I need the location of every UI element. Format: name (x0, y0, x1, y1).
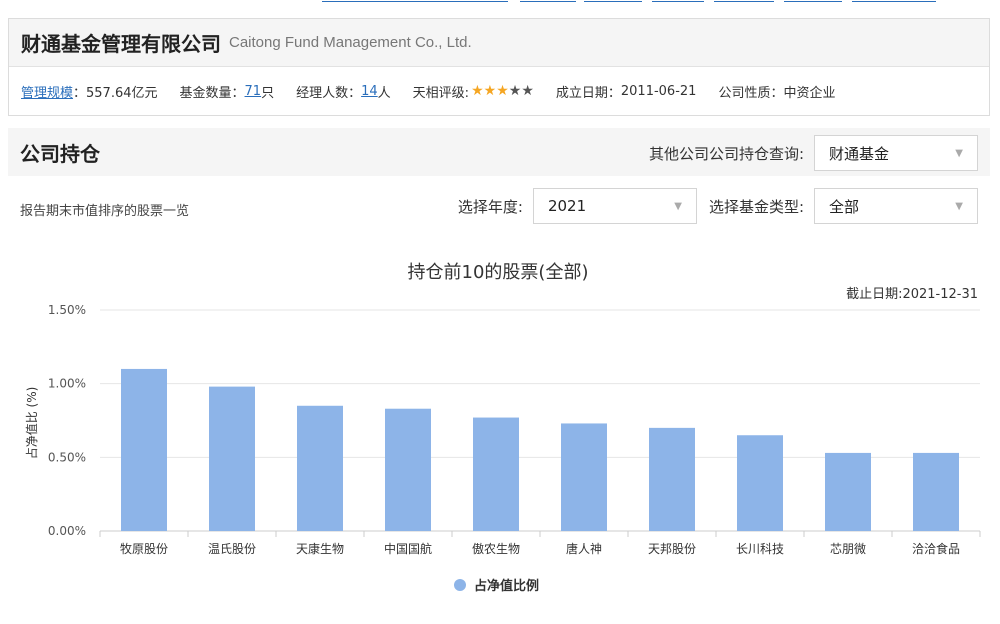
top-link[interactable] (652, 0, 704, 2)
x-tick-label: 中国国航 (384, 541, 432, 556)
top-link[interactable] (714, 0, 774, 2)
fund-count-link[interactable]: 71 (245, 84, 262, 99)
y-tick-label: 0.00% (48, 524, 86, 538)
chevron-down-icon: ▼ (674, 200, 682, 212)
x-tick-label: 唐人神 (566, 541, 602, 556)
top-link[interactable] (584, 0, 642, 2)
other-company-value: 财通基金 (829, 144, 890, 163)
x-tick-label: 傲农生物 (472, 541, 520, 556)
bar[interactable] (473, 417, 519, 531)
star-filled-icon: ★ (496, 83, 509, 99)
x-tick-label: 芯朋微 (830, 542, 866, 556)
x-tick-label: 天康生物 (296, 541, 344, 556)
manager-count-unit: 人 (377, 85, 391, 101)
top-link-strip (0, 0, 1000, 8)
bar[interactable] (121, 368, 167, 531)
bar[interactable] (825, 452, 871, 531)
bar[interactable] (385, 408, 431, 531)
star-empty-icon: ★ (521, 83, 534, 99)
y-axis-label: 占净值比 (%) (24, 387, 39, 460)
company-name-en: Caitong Fund Management Co., Ltd. (229, 34, 472, 51)
star-filled-icon: ★ (471, 83, 484, 99)
y-tick-label: 1.00% (48, 377, 86, 391)
rating-stars: ★ ★ ★ ★ ★ (471, 84, 534, 98)
scale-link[interactable]: 管理规模 (21, 82, 73, 101)
info-scale: 管理规模 ：557.64亿元 (21, 82, 158, 101)
top-link[interactable] (852, 0, 936, 2)
y-tick-label: 0.50% (48, 450, 86, 464)
chart-title: 持仓前10的股票(全部) (408, 262, 589, 283)
year-label: 选择年度: (457, 197, 523, 216)
nature-value: 中资企业 (783, 85, 836, 101)
other-company-query: 其他公司公司持仓查询: 财通基金 ▼ (649, 135, 978, 171)
company-info-row: 管理规模 ：557.64亿元 基金数量： 71 只 经理人数： 14 人 天相评… (9, 67, 989, 115)
company-name: 财通基金管理有限公司 (21, 32, 221, 56)
filter-controls: 选择年度: 2021 ▼ 选择基金类型: 全部 ▼ (458, 188, 978, 224)
founded-value: 2011-06-21 (620, 83, 697, 99)
top-link[interactable] (784, 0, 842, 2)
bar[interactable] (561, 423, 607, 531)
star-filled-icon: ★ (483, 83, 497, 99)
info-fund-count: 基金数量： 71 只 (180, 82, 275, 101)
star-empty-icon: ★ (508, 83, 522, 99)
x-tick-label: 牧原股份 (120, 542, 168, 556)
bar[interactable] (649, 427, 695, 531)
fund-count-label: 基金数量： (179, 85, 245, 101)
filter-row: 报告期末市值排序的股票一览 选择年度: 2021 ▼ 选择基金类型: 全部 ▼ (8, 186, 990, 226)
holdings-bar-chart: 持仓前10的股票(全部) 截止日期:2021-12-31 占净值比 (%) 0.… (24, 262, 981, 594)
fund-count-unit: 只 (261, 85, 275, 101)
legend-label[interactable]: 占净值比例 (474, 578, 539, 594)
rating-label: 天相评级: (412, 85, 470, 101)
manager-count-link[interactable]: 14 (361, 84, 378, 99)
fund-type-select[interactable]: 全部 ▼ (814, 188, 978, 224)
info-nature: 公司性质： 中资企业 (718, 82, 835, 101)
company-header: 财通基金管理有限公司 Caitong Fund Management Co., … (9, 19, 989, 67)
fund-type-label: 选择基金类型: (708, 197, 804, 216)
top-link[interactable] (520, 0, 576, 2)
section-title: 公司持仓 (20, 141, 100, 166)
chart-subtitle: 截止日期:2021-12-31 (846, 287, 978, 302)
bar[interactable] (297, 405, 343, 531)
top-link[interactable] (322, 0, 508, 2)
filter-description: 报告期末市值排序的股票一览 (20, 204, 190, 219)
info-founded: 成立日期： 2011-06-21 (556, 82, 697, 101)
info-rating: 天相评级: ★ ★ ★ ★ ★ (413, 82, 534, 101)
year-select[interactable]: 2021 ▼ (532, 188, 697, 224)
bar[interactable] (737, 435, 783, 531)
company-card: 财通基金管理有限公司 Caitong Fund Management Co., … (8, 18, 990, 116)
y-tick-label: 1.50% (48, 303, 86, 317)
other-company-label: 其他公司公司持仓查询: (648, 144, 804, 163)
legend-marker[interactable] (454, 579, 466, 591)
holdings-section-header: 公司持仓 其他公司公司持仓查询: 财通基金 ▼ (8, 128, 990, 176)
other-company-select[interactable]: 财通基金 ▼ (814, 135, 978, 171)
scale-value: ：557.64亿元 (73, 85, 158, 101)
fund-type-value: 全部 (829, 197, 860, 216)
year-value: 2021 (547, 197, 587, 215)
chevron-down-icon: ▼ (955, 200, 963, 212)
manager-count-label: 经理人数： (296, 85, 362, 101)
x-tick-label: 天邦股份 (648, 542, 696, 556)
x-tick-label: 温氏股份 (208, 542, 256, 556)
nature-label: 公司性质： (718, 85, 784, 101)
x-tick-label: 洽洽食品 (912, 541, 960, 556)
x-tick-label: 长川科技 (736, 542, 784, 556)
chevron-down-icon: ▼ (955, 147, 963, 159)
bar[interactable] (209, 386, 255, 531)
info-manager-count: 经理人数： 14 人 (296, 82, 391, 101)
founded-label: 成立日期： (555, 85, 621, 101)
bar[interactable] (913, 452, 959, 531)
